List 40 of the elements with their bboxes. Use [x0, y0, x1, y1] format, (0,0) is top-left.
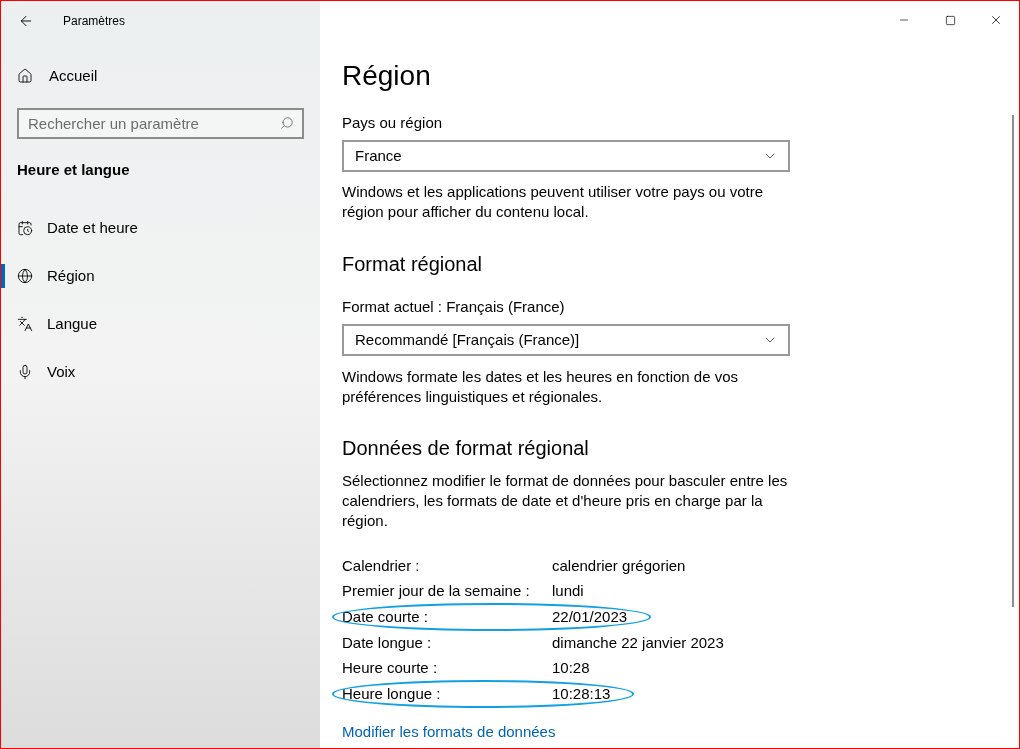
field-label: Calendrier :: [342, 555, 421, 576]
search-icon: [280, 116, 294, 130]
field-value: lundi: [552, 581, 584, 602]
description-text: Sélectionnez modifier le format de données pour basculer entre les calendriers, les formats de date et d'heure pris en charge par la région.: [342, 471, 789, 531]
description-text: Windows formate les dates et les heures en fonction de vos préférences linguistiques et régionales.: [342, 367, 740, 407]
window-title: Paramètres: [63, 13, 126, 30]
section-heading: Données de format régional: [342, 436, 590, 461]
field-label: Date longue :: [342, 632, 433, 653]
globe-icon: [17, 268, 33, 284]
nav-item[interactable]: Langue: [1, 300, 320, 348]
close-icon: [989, 13, 1003, 27]
scrollbar[interactable]: [1012, 115, 1014, 607]
description-text: Windows et les applications peuvent utiliser votre pays ou votre région pour afficher du contenu local.: [342, 182, 765, 222]
country-dropdown[interactable]: France: [342, 140, 790, 172]
maximize-icon: [944, 14, 956, 26]
page-title: Région: [342, 59, 432, 93]
field-label: Heure longue :: [342, 683, 442, 704]
nav-item[interactable]: Voix: [1, 348, 320, 396]
field-label: Pays ou région: [342, 113, 444, 133]
field-label: Date courte :: [342, 607, 429, 627]
field-value: calendrier grégorien: [552, 555, 686, 576]
field-value: 10:28:13: [552, 683, 611, 704]
field-value: dimanche 22 janvier 2023: [552, 632, 724, 653]
search-field[interactable]: Rechercher un paramètre: [17, 108, 304, 139]
format-dropdown[interactable]: Recommandé [Français (France)]: [342, 324, 790, 356]
section-heading: Format régional: [342, 252, 484, 277]
field-label: Format actuel : Français (France): [342, 297, 566, 317]
field-label: Heure courte :: [342, 658, 439, 679]
field-value: 22/01/2023: [552, 607, 628, 627]
microphone-icon: [17, 364, 33, 380]
modify-formats-link[interactable]: Modifier les formats de données: [342, 721, 556, 742]
home-nav-item[interactable]: Accueil: [1, 52, 320, 100]
calendar-clock-icon: [17, 220, 33, 236]
nav-item[interactable]: Date et heure: [1, 204, 320, 252]
field-label: Premier jour de la semaine :: [342, 581, 531, 602]
nav-item[interactable]: Région: [1, 252, 320, 300]
home-icon: [17, 68, 33, 84]
section-heading: Heure et langue: [17, 159, 131, 180]
language-icon: [17, 316, 33, 332]
field-value: 10:28: [552, 658, 590, 679]
